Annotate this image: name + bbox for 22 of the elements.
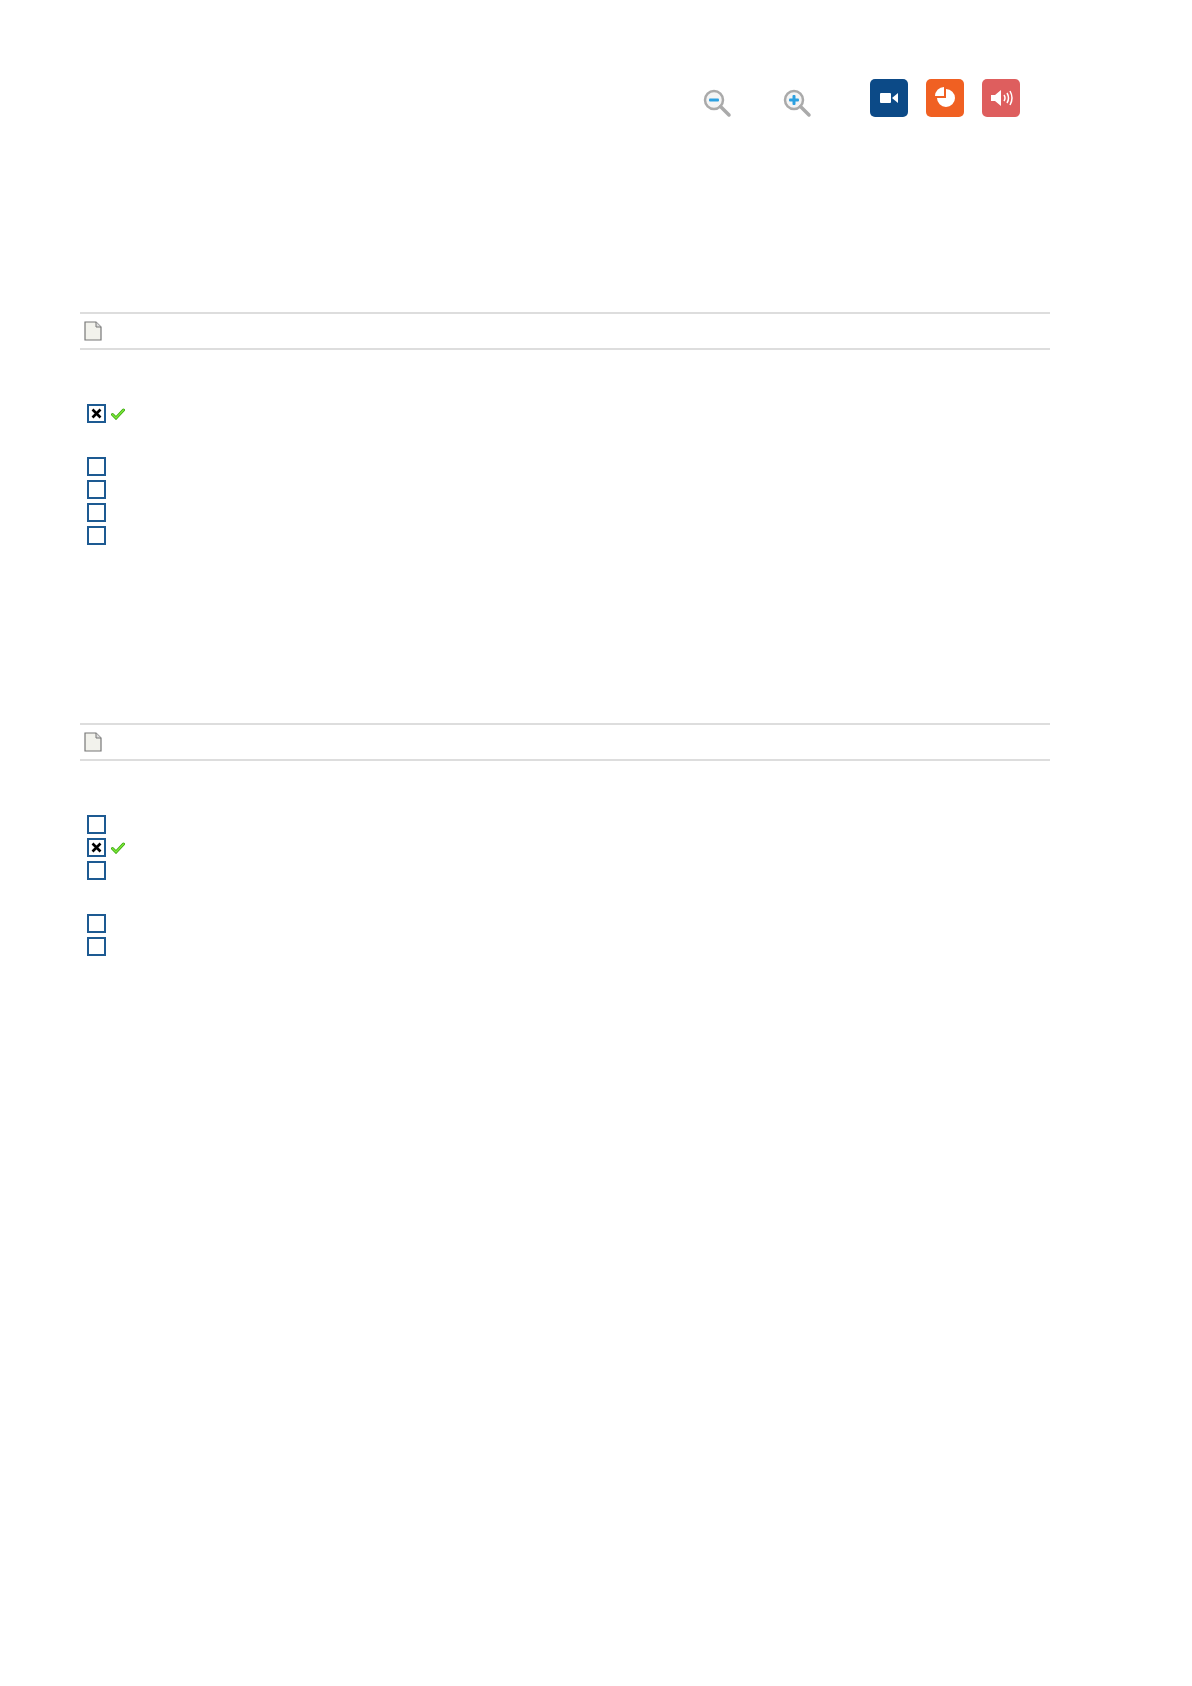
document-icon	[84, 732, 102, 752]
speaker-button[interactable]	[982, 79, 1020, 117]
checkbox[interactable]	[87, 457, 106, 476]
document-icon	[84, 321, 102, 341]
checkbox[interactable]	[87, 815, 106, 834]
checkbox[interactable]	[87, 404, 106, 423]
speaker-icon	[989, 88, 1013, 108]
checkbox[interactable]	[87, 526, 106, 545]
cross-icon	[91, 842, 102, 853]
pie-chart-button[interactable]	[926, 79, 964, 117]
pie-chart-icon	[933, 86, 957, 110]
cross-icon	[91, 408, 102, 419]
checkbox[interactable]	[87, 937, 106, 956]
checkbox[interactable]	[87, 861, 106, 880]
checkbox[interactable]	[87, 838, 106, 857]
video-button[interactable]	[870, 79, 908, 117]
checkbox[interactable]	[87, 914, 106, 933]
zoom-in-button[interactable]	[782, 88, 812, 118]
checkbox[interactable]	[87, 503, 106, 522]
zoom-out-button[interactable]	[702, 88, 732, 118]
video-camera-icon	[879, 91, 899, 105]
checkbox[interactable]	[87, 480, 106, 499]
